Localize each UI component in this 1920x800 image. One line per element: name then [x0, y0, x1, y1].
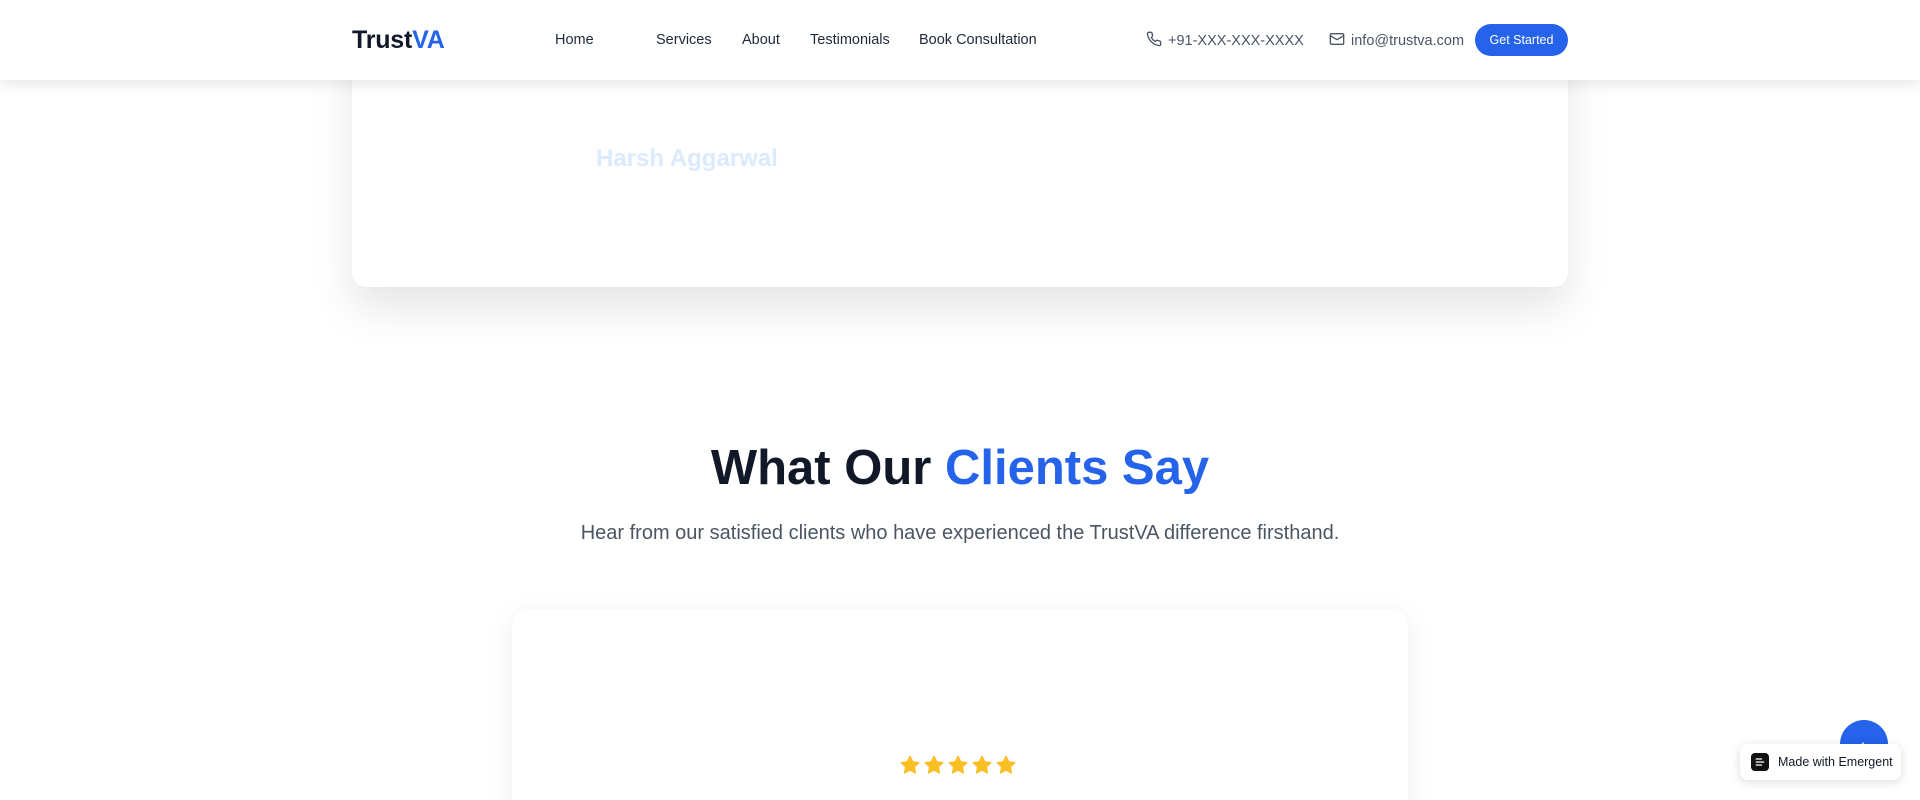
- section-title-accent: Clients Say: [944, 441, 1210, 495]
- star-icon: [971, 754, 993, 781]
- nav-link-about[interactable]: About: [742, 32, 780, 48]
- star-icon: [899, 754, 921, 781]
- phone-icon: [1146, 31, 1162, 51]
- emergent-logo-icon: [1751, 753, 1769, 771]
- section-title-main: What Our: [710, 441, 945, 495]
- made-with-emergent-badge[interactable]: Made with Emergent: [1740, 744, 1901, 780]
- brand-logo[interactable]: TrustVA: [352, 26, 445, 55]
- phone-contact[interactable]: +91-XXX-XXX-XXXX: [1146, 31, 1304, 51]
- section-subtitle: Hear from our satisfied clients who have…: [580, 522, 1340, 544]
- get-started-button[interactable]: Get Started: [1475, 24, 1568, 56]
- logo-text: Trust: [352, 26, 413, 54]
- nav-link-testimonials[interactable]: Testimonials: [810, 32, 890, 48]
- email-contact[interactable]: info@trustva.com: [1329, 31, 1464, 51]
- email-address: info@trustva.com: [1351, 33, 1465, 49]
- navbar: TrustVA Home Services About Testimonials…: [0, 0, 1920, 80]
- founder-name: Harsh Aggarwal: [596, 145, 778, 172]
- phone-number: +91-XXX-XXX-XXXX: [1168, 33, 1304, 49]
- star-icon: [923, 754, 945, 781]
- badge-label: Made with Emergent: [1778, 755, 1893, 769]
- logo-accent-text: VA: [412, 26, 445, 54]
- star-rating: [899, 754, 1017, 781]
- section-title: What Our Clients Say: [0, 440, 1920, 496]
- mail-icon: [1329, 31, 1345, 51]
- star-icon: [995, 754, 1017, 781]
- nav-link-home[interactable]: Home: [555, 32, 594, 48]
- star-icon: [947, 754, 969, 781]
- nav-link-services[interactable]: Services: [656, 32, 712, 48]
- nav-link-book-consultation[interactable]: Book Consultation: [919, 32, 1037, 48]
